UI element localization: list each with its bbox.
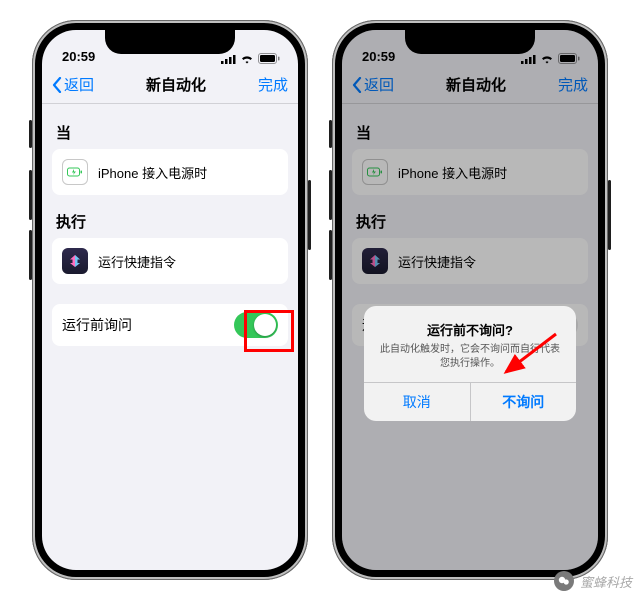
alert-title: 运行前不询问? <box>376 320 564 339</box>
section-do-header: 执行 <box>42 195 298 238</box>
alert-confirm-button[interactable]: 不询问 <box>471 383 577 421</box>
battery-icon <box>258 53 280 64</box>
chevron-left-icon <box>52 77 62 93</box>
nav-title: 新自动化 <box>146 74 206 95</box>
action-label: 运行快捷指令 <box>98 252 176 271</box>
ask-before-toggle[interactable] <box>234 312 278 338</box>
trigger-cell[interactable]: iPhone 接入电源时 <box>52 149 288 195</box>
trigger-label: iPhone 接入电源时 <box>98 163 207 182</box>
done-button[interactable]: 完成 <box>258 74 288 95</box>
notch <box>405 30 535 54</box>
nav-bar: 返回 新自动化 完成 <box>42 66 298 104</box>
alert-dialog: 运行前不询问? 此自动化触发时，它会不询问而自行代表您执行操作。 取消 不询问 <box>364 306 576 421</box>
wifi-icon <box>240 54 254 64</box>
phone-left: 20:59 返回 新自动化 <box>32 20 308 580</box>
wechat-icon <box>554 571 574 591</box>
back-label: 返回 <box>64 74 94 95</box>
modal-backdrop <box>342 30 598 570</box>
ask-before-cell: 运行前询问 <box>52 304 288 346</box>
alert-cancel-button[interactable]: 取消 <box>364 383 471 421</box>
back-button[interactable]: 返回 <box>52 74 94 95</box>
notch <box>105 30 235 54</box>
section-when-header: 当 <box>42 114 298 149</box>
alert-message: 此自动化触发时，它会不询问而自行代表您执行操作。 <box>376 343 564 370</box>
phone-right: 20:59 返回 新自动化 <box>332 20 608 580</box>
shortcuts-app-icon <box>62 248 88 274</box>
watermark: 蜜蜂科技 <box>554 571 632 591</box>
action-cell[interactable]: 运行快捷指令 <box>52 238 288 284</box>
ask-before-label: 运行前询问 <box>62 315 132 335</box>
signal-icon <box>221 54 236 64</box>
charging-icon <box>62 159 88 185</box>
watermark-text: 蜜蜂科技 <box>580 572 632 591</box>
status-time: 20:59 <box>62 49 95 64</box>
